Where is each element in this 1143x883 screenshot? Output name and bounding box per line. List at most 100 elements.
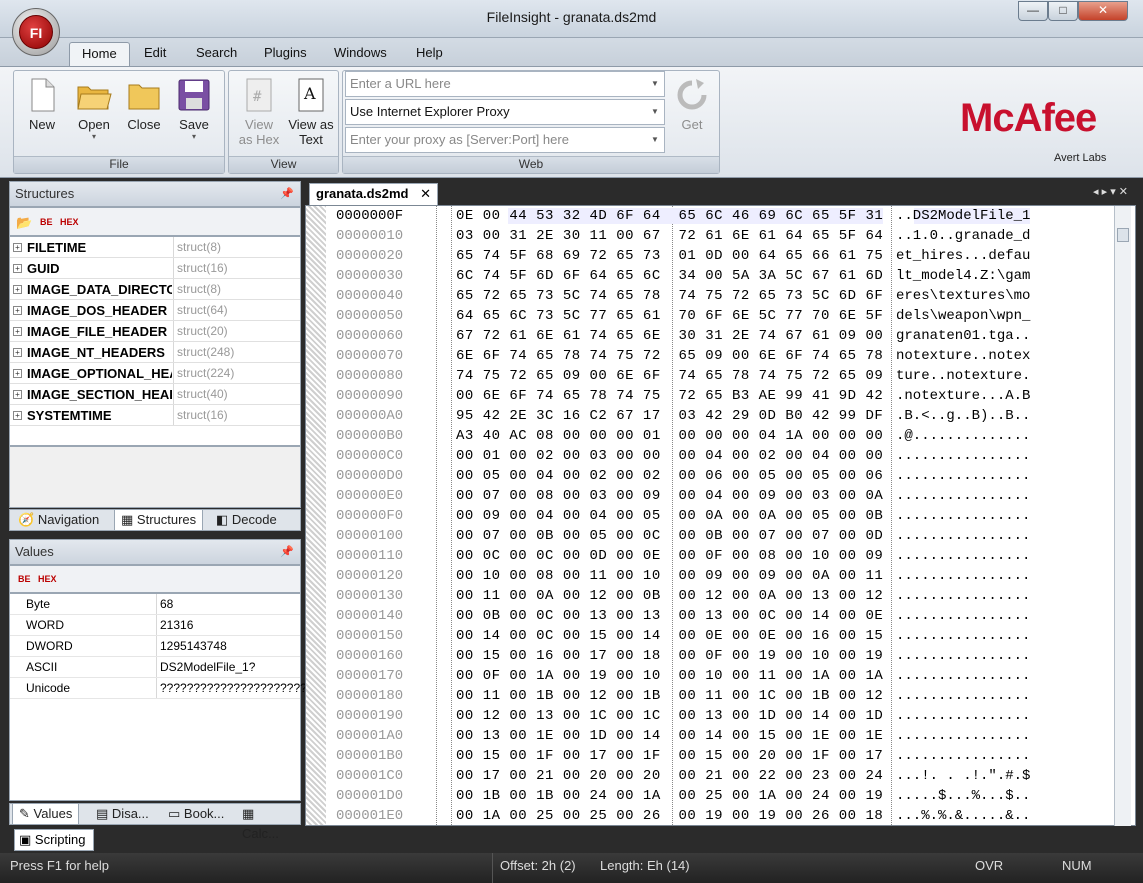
structure-row[interactable]: + GUID struct(16) — [10, 258, 300, 279]
hex-row[interactable]: 000000A0 95 42 2E 3C 16 C2 67 17 03 42 29… — [306, 406, 1111, 426]
tab-windows[interactable]: Windows — [322, 42, 399, 66]
close-button[interactable]: Close — [120, 75, 168, 155]
value-row[interactable]: DWORD 1295143748 — [10, 636, 300, 657]
hex-row[interactable]: 00000180 00 11 00 1B 00 12 00 1B 00 11 00… — [306, 686, 1111, 706]
hex-ascii[interactable]: lt_model4.Z:\gam — [896, 268, 1030, 284]
hex-bytes[interactable]: 95 42 2E 3C 16 C2 67 17 03 42 29 0D B0 4… — [456, 408, 883, 424]
hex-editor[interactable]: 0000000F 0E 00 44 53 32 4D 6F 64 65 6C 46… — [305, 205, 1136, 826]
structure-row[interactable]: + IMAGE_NT_HEADERS struct(248) — [10, 342, 300, 363]
hex-row[interactable]: 00000120 00 10 00 08 00 11 00 10 00 09 00… — [306, 566, 1111, 586]
hex-ascii[interactable]: ................ — [896, 568, 1030, 584]
hex-ascii[interactable]: et_hires...defau — [896, 248, 1030, 264]
tab-home[interactable]: Home — [69, 42, 130, 66]
hex-bytes[interactable]: A3 40 AC 08 00 00 00 01 00 00 00 04 1A 0… — [456, 428, 883, 444]
scripting-tab[interactable]: ▣ Scripting — [14, 829, 94, 851]
hex-bytes[interactable]: 00 11 00 0A 00 12 00 0B 00 12 00 0A 00 1… — [456, 588, 883, 604]
hex-bytes[interactable]: 0E 00 44 53 32 4D 6F 64 65 6C 46 69 6C 6… — [456, 208, 884, 224]
proxy-server-input[interactable]: Enter your proxy as [Server:Port] here ▼ — [345, 127, 665, 153]
hex-ascii[interactable]: ..1.0..granade_d — [896, 228, 1030, 244]
hex-row[interactable]: 00000150 00 14 00 0C 00 15 00 14 00 0E 00… — [306, 626, 1111, 646]
hex-ascii[interactable]: ................ — [896, 448, 1030, 464]
hex-row[interactable]: 00000130 00 11 00 0A 00 12 00 0B 00 12 00… — [306, 586, 1111, 606]
hex-row[interactable]: 0000000F 0E 00 44 53 32 4D 6F 64 65 6C 46… — [306, 206, 1111, 226]
proxy-select[interactable]: Use Internet Explorer Proxy ▼ — [345, 99, 665, 125]
structure-row[interactable]: + SYSTEMTIME struct(16) — [10, 405, 300, 426]
value-row[interactable]: Byte 68 — [10, 594, 300, 615]
hex-ascii[interactable]: ................ — [896, 668, 1030, 684]
hex-row[interactable]: 000000E0 00 07 00 08 00 03 00 09 00 04 00… — [306, 486, 1111, 506]
open-button[interactable]: Open ▾ — [70, 75, 118, 155]
hex-bytes[interactable]: 00 15 00 16 00 17 00 18 00 0F 00 19 00 1… — [456, 648, 883, 664]
hex-ascii[interactable]: ................ — [896, 528, 1030, 544]
hex-ascii[interactable]: .B.<..g..B)..B.. — [896, 408, 1030, 424]
expand-icon[interactable]: + — [13, 243, 22, 252]
expand-icon[interactable]: + — [13, 411, 22, 420]
hex-bytes[interactable]: 00 6E 6F 74 65 78 74 75 72 65 B3 AE 99 4… — [456, 388, 883, 404]
expand-icon[interactable]: + — [13, 285, 22, 294]
hex-ascii[interactable]: ................ — [896, 648, 1030, 664]
hex-bytes[interactable]: 00 07 00 08 00 03 00 09 00 04 00 09 00 0… — [456, 488, 883, 504]
expand-icon[interactable]: + — [13, 264, 22, 273]
hex-icon[interactable]: HEX — [60, 217, 79, 227]
hex-row[interactable]: 00000080 74 75 72 65 09 00 6E 6F 74 65 78… — [306, 366, 1111, 386]
hex-row[interactable]: 000001C0 00 17 00 21 00 20 00 20 00 21 00… — [306, 766, 1111, 786]
hex-bytes[interactable]: 00 10 00 08 00 11 00 10 00 09 00 09 00 0… — [456, 568, 883, 584]
tab-decode[interactable]: ◧ Decode — [210, 510, 283, 531]
hex-row[interactable]: 00000110 00 0C 00 0C 00 0D 00 0E 00 0F 00… — [306, 546, 1111, 566]
hex-bytes[interactable]: 00 12 00 13 00 1C 00 1C 00 13 00 1D 00 1… — [456, 708, 883, 724]
tab-help[interactable]: Help — [404, 42, 455, 66]
hex-row[interactable]: 00000070 6E 6F 74 65 78 74 75 72 65 09 00… — [306, 346, 1111, 366]
hex-bytes[interactable]: 00 17 00 21 00 20 00 20 00 21 00 22 00 2… — [456, 768, 883, 784]
hex-bytes[interactable]: 6E 6F 74 65 78 74 75 72 65 09 00 6E 6F 7… — [456, 348, 883, 364]
hex-row[interactable]: 00000020 65 74 5F 68 69 72 65 73 01 0D 00… — [306, 246, 1111, 266]
hex-ascii[interactable]: ture..notexture. — [896, 368, 1030, 384]
hex-bytes[interactable]: 00 1B 00 1B 00 24 00 1A 00 25 00 1A 00 2… — [456, 788, 883, 804]
hex-row[interactable]: 00000040 65 72 65 73 5C 74 65 78 74 75 72… — [306, 286, 1111, 306]
vertical-scrollbar[interactable] — [1114, 206, 1131, 826]
big-endian-icon[interactable]: BE — [18, 574, 31, 584]
minimize-button[interactable]: — — [1018, 1, 1048, 21]
hex-bytes[interactable]: 00 01 00 02 00 03 00 00 00 04 00 02 00 0… — [456, 448, 883, 464]
value-row[interactable]: WORD 21316 — [10, 615, 300, 636]
hex-ascii[interactable]: ................ — [896, 508, 1030, 524]
hex-bytes[interactable]: 00 11 00 1B 00 12 00 1B 00 11 00 1C 00 1… — [456, 688, 883, 704]
hex-icon[interactable]: HEX — [38, 574, 57, 584]
tab-scroll-controls-icon[interactable]: ◂ ▸ ▾ ✕ — [1093, 185, 1128, 198]
scrollbar-thumb[interactable] — [1117, 228, 1129, 242]
hex-bytes[interactable]: 00 05 00 04 00 02 00 02 00 06 00 05 00 0… — [456, 468, 883, 484]
hex-row[interactable]: 000001B0 00 15 00 1F 00 17 00 1F 00 15 00… — [306, 746, 1111, 766]
pin-icon[interactable]: 📌 — [280, 182, 294, 206]
hex-bytes[interactable]: 00 14 00 0C 00 15 00 14 00 0E 00 0E 00 1… — [456, 628, 883, 644]
hex-bytes[interactable]: 00 15 00 1F 00 17 00 1F 00 15 00 20 00 1… — [456, 748, 883, 764]
hex-row[interactable]: 00000190 00 12 00 13 00 1C 00 1C 00 13 00… — [306, 706, 1111, 726]
hex-ascii[interactable]: ................ — [896, 608, 1030, 624]
hex-ascii[interactable]: .....$...%...$.. — [896, 788, 1030, 804]
hex-bytes[interactable]: 00 13 00 1E 00 1D 00 14 00 14 00 15 00 1… — [456, 728, 883, 744]
hex-row[interactable]: 000000B0 A3 40 AC 08 00 00 00 01 00 00 00… — [306, 426, 1111, 446]
hex-ascii[interactable]: ...!. . .!.".#.$ — [896, 768, 1030, 784]
structure-row[interactable]: + IMAGE_DOS_HEADER struct(64) — [10, 300, 300, 321]
hex-ascii[interactable]: .notexture...A.B — [896, 388, 1030, 404]
hex-row[interactable]: 00000050 64 65 6C 73 5C 77 65 61 70 6F 6E… — [306, 306, 1111, 326]
hex-row[interactable]: 000001A0 00 13 00 1E 00 1D 00 14 00 14 00… — [306, 726, 1111, 746]
open-folder-icon[interactable]: 📂 — [16, 215, 32, 231]
close-window-button[interactable]: ✕ — [1078, 1, 1128, 21]
tab-disassembly[interactable]: ▤ Disa... — [90, 804, 155, 825]
hex-row[interactable]: 00000010 03 00 31 2E 30 11 00 67 72 61 6E… — [306, 226, 1111, 246]
hex-ascii[interactable]: ................ — [896, 468, 1030, 484]
hex-ascii[interactable]: ................ — [896, 588, 1030, 604]
hex-ascii[interactable]: ................ — [896, 688, 1030, 704]
hex-ascii[interactable]: notexture..notex — [896, 348, 1030, 364]
hex-bytes[interactable]: 65 72 65 73 5C 74 65 78 74 75 72 65 73 5… — [456, 288, 883, 304]
hex-ascii[interactable]: ................ — [896, 748, 1030, 764]
hex-row[interactable]: 00000170 00 0F 00 1A 00 19 00 10 00 10 00… — [306, 666, 1111, 686]
hex-ascii[interactable]: ................ — [896, 548, 1030, 564]
hex-row[interactable]: 000000F0 00 09 00 04 00 04 00 05 00 0A 00… — [306, 506, 1111, 526]
expand-icon[interactable]: + — [13, 369, 22, 378]
expand-icon[interactable]: + — [13, 327, 22, 336]
hex-ascii[interactable]: dels\weapon\wpn_ — [896, 308, 1030, 324]
hex-bytes[interactable]: 67 72 61 6E 61 74 65 6E 30 31 2E 74 67 6… — [456, 328, 883, 344]
hex-bytes[interactable]: 64 65 6C 73 5C 77 65 61 70 6F 6E 5C 77 7… — [456, 308, 883, 324]
document-tab[interactable]: granata.ds2md ✕ — [309, 183, 439, 205]
value-row[interactable]: Unicode?????????????????????????? — [10, 678, 306, 699]
